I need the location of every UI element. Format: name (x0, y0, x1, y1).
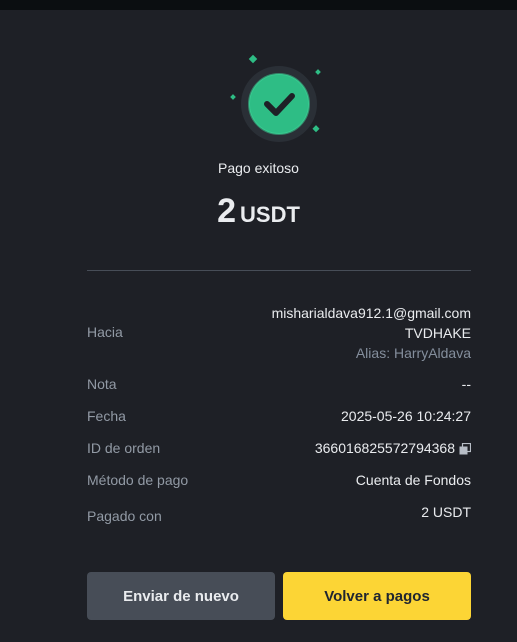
note-label: Nota (87, 376, 117, 392)
send-again-button[interactable]: Enviar de nuevo (87, 572, 275, 620)
amount-value: 2 (217, 192, 237, 230)
order-id-value: 366016825572794368 (314, 440, 455, 456)
recipient-alias: Alias: HarryAldava (355, 345, 471, 361)
status-title: Pago exitoso (218, 160, 299, 176)
top-bar (0, 0, 517, 10)
back-to-payments-button[interactable]: Volver a pagos (283, 572, 471, 620)
paid-with-label: Pagado con (87, 508, 162, 524)
paid-with-value: 2 USDT (421, 504, 471, 520)
note-value: -- (461, 376, 471, 392)
payment-result-page: Pago exitoso 2 USDT Hacia misharialdava91… (0, 10, 517, 642)
copy-icon[interactable] (459, 443, 471, 455)
order-id-row: 366016825572794368 (315, 440, 471, 456)
success-check-icon (230, 54, 321, 142)
recipient-name: TVDHAKE (404, 325, 471, 341)
order-id-label: ID de orden (87, 440, 161, 456)
amount-currency: USDT (240, 202, 300, 227)
divider (87, 270, 471, 271)
date-value: 2025-05-26 10:24:27 (341, 408, 471, 424)
payment-method-value: Cuenta de Fondos (355, 472, 471, 488)
date-label: Fecha (87, 408, 126, 424)
recipient-email: misharialdava912.1@gmail.com (271, 305, 471, 321)
payment-amount: 2 USDT (0, 192, 517, 231)
recipient-label: Hacia (87, 324, 123, 340)
payment-method-label: Método de pago (87, 472, 189, 488)
